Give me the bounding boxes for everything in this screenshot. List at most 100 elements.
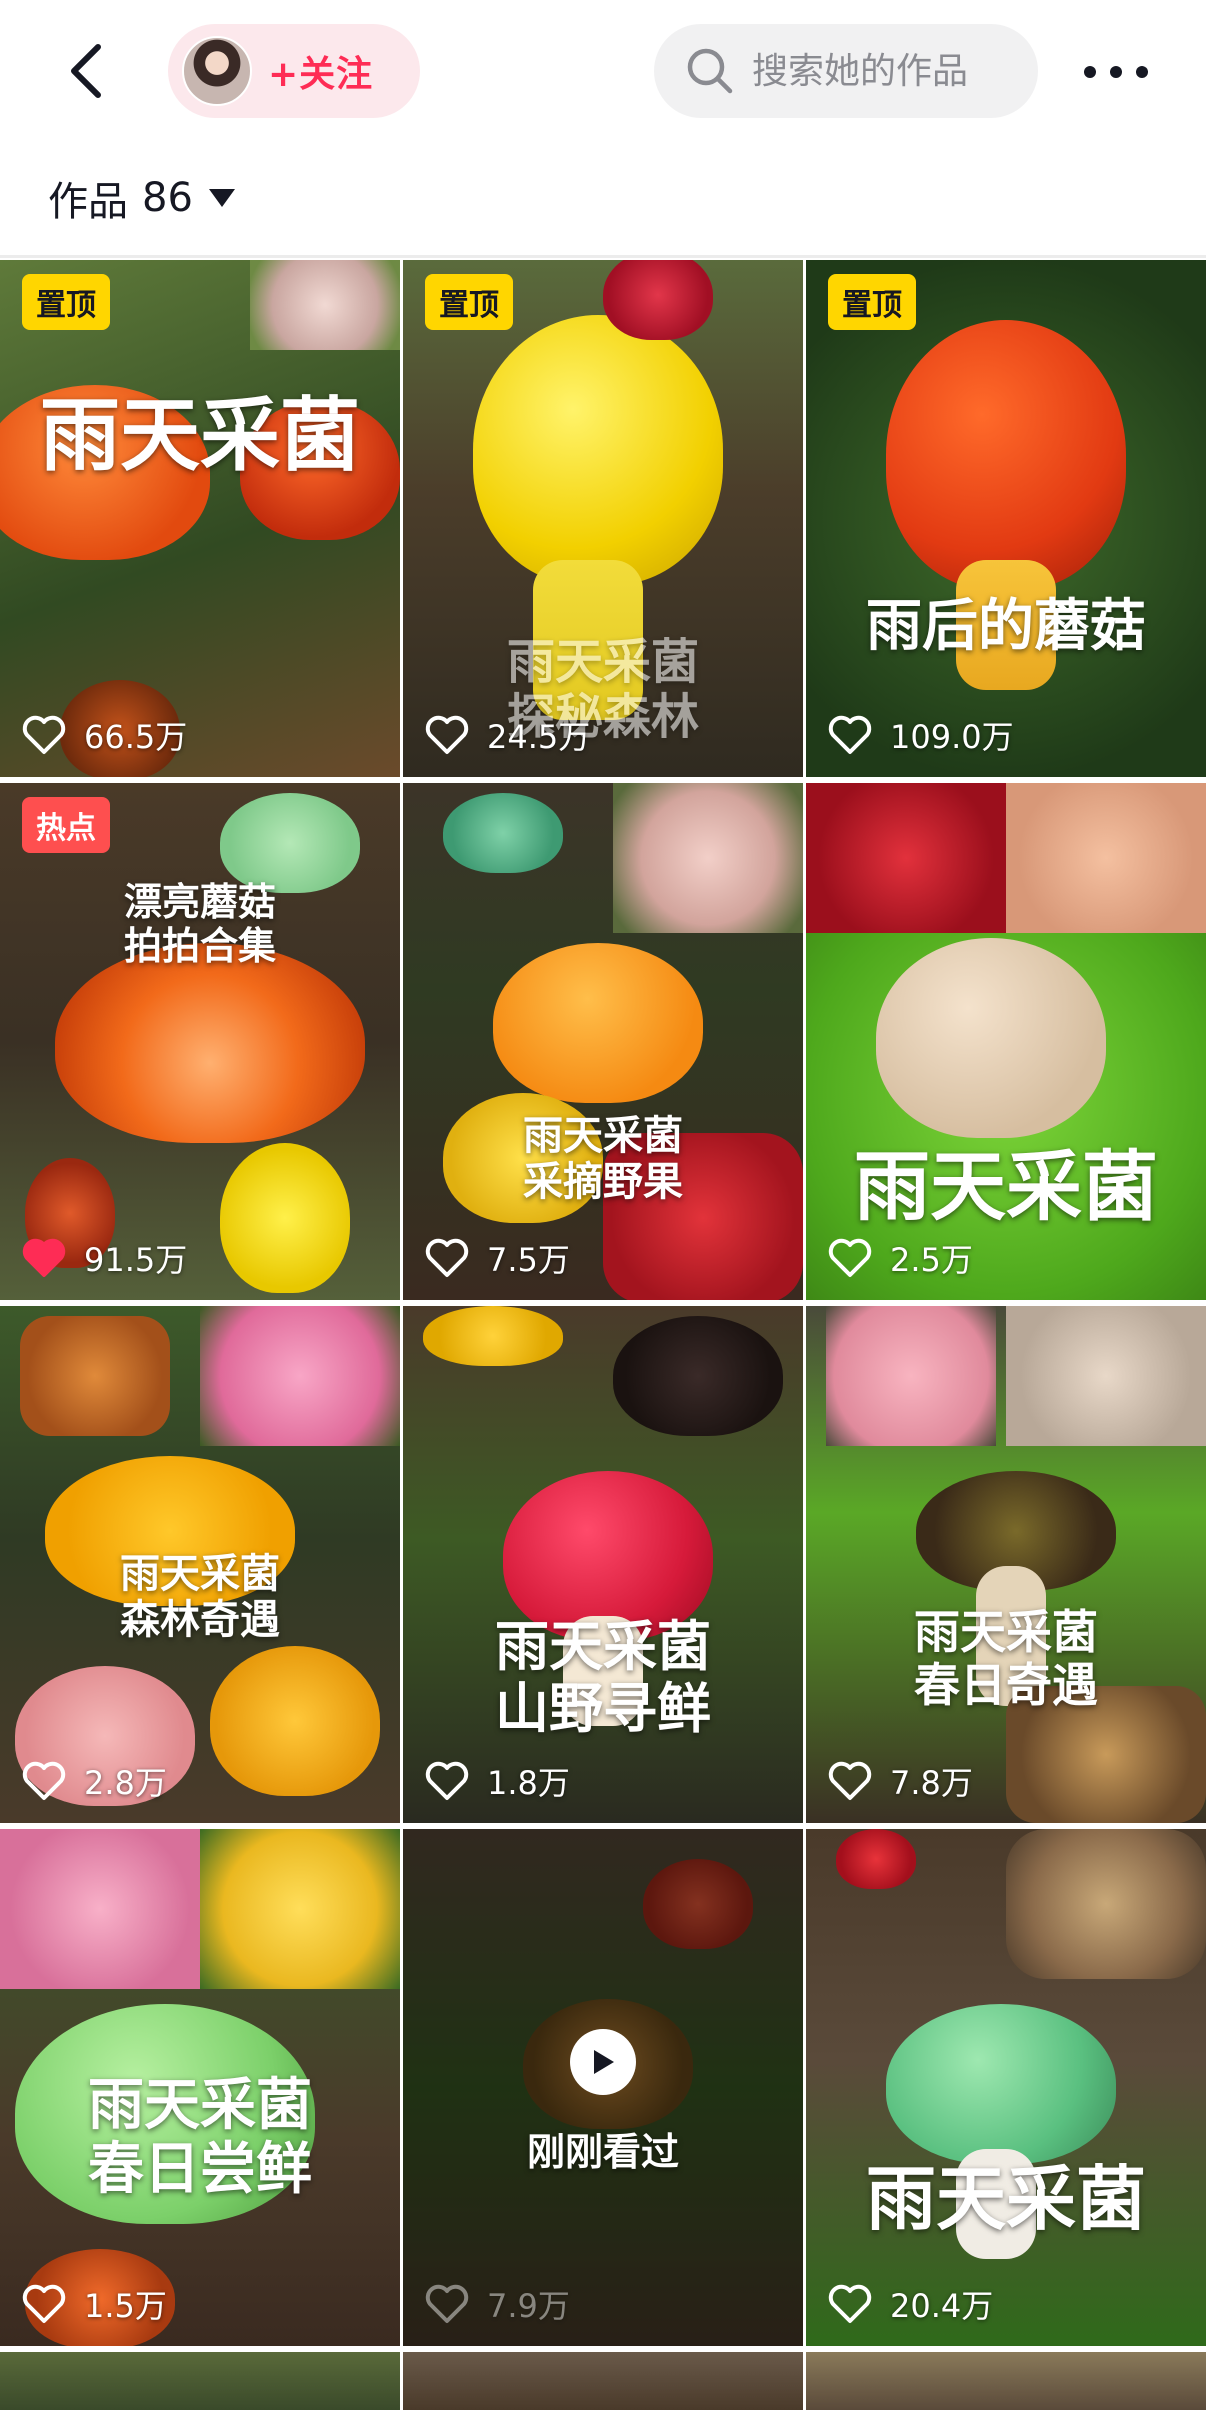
video-tile[interactable]: 雨天采菌 采摘野果 7.5万 — [403, 783, 803, 1300]
video-thumbnail — [806, 2352, 1206, 2410]
mushroom-shape — [423, 1306, 563, 1366]
video-title: 雨后的蘑菇 — [866, 594, 1146, 659]
more-dots-icon — [1084, 66, 1096, 78]
thumbnail-patch — [613, 783, 803, 933]
heart-icon — [828, 715, 872, 754]
mushroom-shape — [886, 2004, 1116, 2164]
video-tile[interactable]: 雨天采菌 森林奇遇 2.8万 — [0, 1306, 400, 1823]
mushroom-shape — [220, 1143, 350, 1293]
like-count-text: 20.4万 — [890, 2287, 994, 2325]
back-button[interactable] — [50, 36, 120, 106]
like-count: 1.8万 — [425, 1757, 570, 1805]
search-bar[interactable] — [654, 24, 1038, 118]
video-tile[interactable]: 雨天采菌 山野寻鲜 1.8万 — [403, 1306, 803, 1823]
thumbnail-patch — [1006, 1829, 1206, 1979]
video-tile[interactable] — [806, 2352, 1206, 2410]
video-thumbnail — [0, 2352, 400, 2410]
like-count: 2.5万 — [828, 1234, 973, 1282]
play-button[interactable] — [570, 2029, 636, 2095]
more-button[interactable] — [1084, 50, 1148, 94]
video-title: 雨天采菌 — [866, 2158, 1146, 2240]
search-input[interactable] — [752, 50, 1022, 92]
heart-icon — [425, 1761, 469, 1800]
mushroom-shape — [613, 1316, 783, 1436]
like-count: 66.5万 — [22, 711, 187, 759]
thumbnail-patch — [826, 1306, 996, 1446]
like-count: 1.5万 — [22, 2280, 167, 2328]
watched-label: 刚刚看过 — [526, 2130, 679, 2174]
video-title: 雨天采菌 春日尝鲜 — [88, 2073, 312, 2203]
video-title: 漂亮蘑菇 拍拍合集 — [123, 880, 276, 968]
mushroom-shape — [886, 320, 1126, 590]
thumbnail-patch — [200, 1306, 400, 1446]
mushroom-shape — [493, 943, 703, 1103]
search-icon — [687, 48, 733, 94]
like-count: 109.0万 — [828, 711, 1014, 759]
like-count-text: 1.8万 — [487, 1764, 570, 1802]
mushroom-shape — [220, 793, 360, 893]
like-count-text: 7.9万 — [487, 2287, 570, 2325]
like-count-text: 109.0万 — [890, 718, 1014, 756]
video-tile[interactable]: 刚刚看过 7.9万 — [403, 1829, 803, 2346]
avatar[interactable] — [182, 36, 252, 106]
thumbnail-patch — [1006, 1306, 1206, 1446]
heart-icon — [828, 1761, 872, 1800]
video-tile[interactable] — [403, 2352, 803, 2410]
chevron-left-icon — [71, 44, 101, 98]
video-tile[interactable]: 置顶 雨天采菌 66.5万 — [0, 260, 400, 777]
video-tile[interactable]: 置顶 雨天采菌 探秘森林 24.5万 — [403, 260, 803, 777]
heart-icon — [828, 1238, 872, 1277]
like-count: 7.8万 — [828, 1757, 973, 1805]
badge-label: 置顶 — [425, 274, 513, 330]
top-bar: +关注 — [0, 0, 1206, 145]
like-count-text: 66.5万 — [84, 718, 188, 756]
heart-icon — [425, 1238, 469, 1277]
play-icon — [594, 2050, 614, 2074]
like-count-text: 91.5万 — [84, 1241, 188, 1279]
video-title: 雨天采菌 — [854, 1142, 1158, 1231]
heart-icon — [425, 715, 469, 754]
badge-label: 置顶 — [828, 274, 916, 330]
like-count-text: 2.5万 — [890, 1241, 973, 1279]
follow-label: +关注 — [268, 54, 374, 95]
video-tile[interactable]: 雨天采菌 20.4万 — [806, 1829, 1206, 2346]
thumbnail-patch — [806, 783, 1006, 933]
like-count-text: 7.5万 — [487, 1241, 570, 1279]
follow-button[interactable]: +关注 — [168, 24, 420, 118]
like-count: 2.8万 — [22, 1757, 167, 1805]
divider — [0, 255, 1206, 258]
video-grid: 置顶 雨天采菌 66.5万 置顶 雨天采菌 探秘森林 24.5万 置顶 雨后的蘑… — [0, 260, 1206, 2410]
caret-down-icon — [208, 189, 235, 207]
badge-label: 置顶 — [22, 274, 110, 330]
like-count-text: 1.5万 — [84, 2287, 167, 2325]
video-tile[interactable]: 热点 漂亮蘑菇 拍拍合集 91.5万 — [0, 783, 400, 1300]
video-title: 雨天采菌 采摘野果 — [523, 1113, 683, 1205]
heart-icon — [22, 2284, 66, 2323]
like-count: 20.4万 — [828, 2280, 993, 2328]
heart-icon — [22, 1761, 66, 1800]
more-dot — [1136, 66, 1148, 78]
mushroom-shape — [443, 793, 563, 873]
more-dot — [1110, 66, 1122, 78]
heart-icon — [22, 1238, 66, 1277]
video-tile[interactable]: 雨天采菌 春日奇遇 7.8万 — [806, 1306, 1206, 1823]
works-filter[interactable]: 作品 86 — [48, 168, 235, 228]
thumbnail-patch — [20, 1316, 170, 1436]
video-tile[interactable]: 雨天采菌 2.5万 — [806, 783, 1206, 1300]
heart-icon — [828, 2284, 872, 2323]
heart-icon — [425, 2284, 469, 2323]
video-tile[interactable]: 置顶 雨后的蘑菇 109.0万 — [806, 260, 1206, 777]
video-tile[interactable]: 雨天采菌 春日尝鲜 1.5万 — [0, 1829, 400, 2346]
like-count-text: 24.5万 — [487, 718, 591, 756]
mushroom-shape — [210, 1646, 380, 1796]
video-tile[interactable] — [0, 2352, 400, 2410]
works-label: 作品 — [48, 179, 128, 225]
works-count: 86 — [142, 175, 193, 221]
video-thumbnail — [403, 2352, 803, 2410]
like-count: 7.5万 — [425, 1234, 570, 1282]
like-count: 7.9万 — [425, 2280, 570, 2328]
thumbnail-patch — [250, 260, 400, 350]
mushroom-shape — [603, 260, 713, 340]
like-count: 24.5万 — [425, 711, 590, 759]
thumbnail-patch — [1006, 783, 1206, 933]
